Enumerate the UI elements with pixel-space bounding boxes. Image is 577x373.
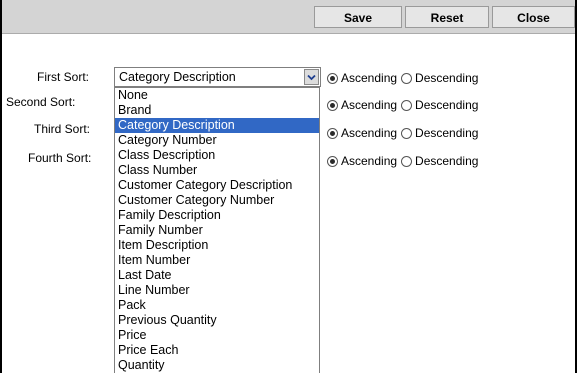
fourth-sort-label: Fourth Sort: [28,151,92,165]
dropdown-option[interactable]: Brand [115,103,319,118]
ascending-label: Ascending [341,126,398,140]
descending-label: Descending [415,71,479,85]
dropdown-option[interactable]: Item Description [115,238,319,253]
third-sort-label: Third Sort: [34,122,91,136]
dropdown-option[interactable]: Price Each [115,343,319,358]
dropdown-option[interactable]: Previous Quantity [115,313,319,328]
descending-label: Descending [415,98,479,112]
ascending-radio[interactable] [327,155,338,167]
first-sort-select[interactable]: Category Description [114,67,321,87]
second-sort-order: Ascending Descending [327,98,478,112]
dropdown-option[interactable]: Category Description [115,118,319,133]
descending-label: Descending [415,126,479,140]
toolbar: Save Reset Close [2,0,575,34]
descending-radio[interactable] [401,155,413,167]
ascending-label: Ascending [341,98,398,112]
ascending-label: Ascending [341,71,398,85]
dropdown-option[interactable]: Class Number [115,163,319,178]
first-sort-label: First Sort: [37,70,90,84]
chevron-down-icon[interactable] [304,69,319,85]
dropdown-option[interactable]: Category Number [115,133,319,148]
ascending-radio[interactable] [327,72,338,84]
descending-radio[interactable] [401,72,413,84]
frame-border-left [0,0,2,373]
ascending-label: Ascending [341,154,398,168]
descending-label: Descending [415,154,479,168]
sort-dialog: Save Reset Close First Sort: Second Sort… [0,0,577,373]
first-sort-dropdown-list[interactable]: None Brand Category Description Category Nu… [114,87,320,373]
third-sort-order: Ascending Descending [327,126,478,140]
close-button[interactable]: Close [492,6,575,28]
reset-button[interactable]: Reset [405,6,489,28]
first-sort-order: Ascending Descending [327,71,478,85]
dropdown-option[interactable]: Customer Category Description [115,178,319,193]
descending-radio[interactable] [401,127,413,139]
second-sort-label: Second Sort: [6,95,76,109]
dropdown-option[interactable]: Line Number [115,283,319,298]
dropdown-option[interactable]: Last Date [115,268,319,283]
dropdown-option[interactable]: Family Description [115,208,319,223]
ascending-radio[interactable] [327,127,338,139]
dropdown-option[interactable]: Item Number [115,253,319,268]
fourth-sort-order: Ascending Descending [327,154,478,168]
save-button[interactable]: Save [314,6,402,28]
dropdown-option[interactable]: Customer Category Number [115,193,319,208]
dropdown-option[interactable]: Pack [115,298,319,313]
dropdown-option[interactable]: Class Description [115,148,319,163]
first-sort-select-value: Category Description [119,70,236,84]
dropdown-option[interactable]: None [115,88,319,103]
descending-radio[interactable] [401,99,413,111]
dropdown-option[interactable]: Price [115,328,319,343]
ascending-radio[interactable] [327,99,338,111]
dropdown-option[interactable]: Quantity [115,358,319,373]
dropdown-option[interactable]: Family Number [115,223,319,238]
